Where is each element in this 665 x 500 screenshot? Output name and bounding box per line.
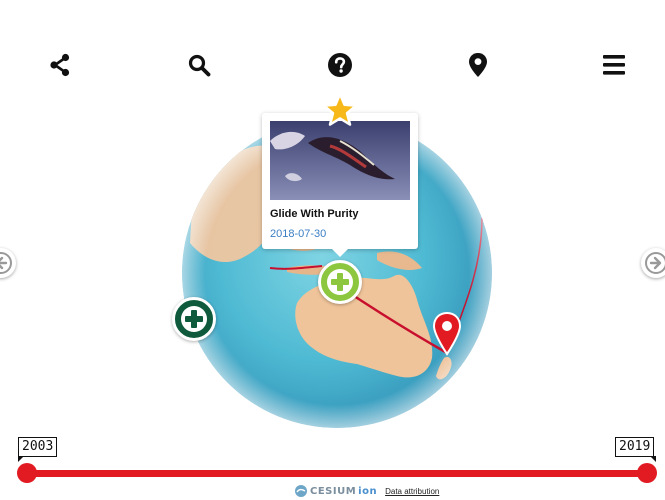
story-thumbnail[interactable] [270,121,410,200]
map-marker-icon [469,53,487,77]
arrow-right-circle-icon [645,252,665,274]
next-story-button[interactable] [641,248,665,278]
help-button[interactable] [323,48,357,82]
question-circle-icon [328,53,352,77]
search-button[interactable] [182,48,216,82]
menu-button[interactable] [597,48,631,82]
cesium-ion-text: ion [358,485,378,497]
story-date: 2018-07-30 [270,228,327,240]
cesium-logo[interactable]: CESIUM ion [294,484,377,498]
top-toolbar [0,48,665,82]
timeline-end-handle[interactable] [637,463,657,483]
cesium-globe-icon [295,485,307,497]
location-button[interactable] [461,48,495,82]
map-pin-icon[interactable] [432,312,462,356]
plus-circle-icon [327,269,353,295]
hamburger-menu-icon [603,55,625,75]
story-marker[interactable] [172,297,216,341]
arrow-left-circle-icon [0,252,12,274]
end-year-pointer [650,456,656,462]
story-title[interactable]: Glide With Purity [270,208,359,220]
selected-story-marker[interactable] [318,260,362,304]
photo-thumbnail [270,121,410,200]
share-button[interactable] [43,48,77,82]
search-icon [188,54,211,77]
previous-story-button[interactable] [0,248,16,278]
share-icon [50,53,70,77]
data-attribution-link[interactable]: Data attribution [385,487,439,496]
timeline-start-handle[interactable] [17,463,37,483]
cesium-logo-text: CESIUM [310,485,357,497]
timeline-start-year: 2003 [18,437,58,457]
timeline-track[interactable] [27,470,647,477]
map-credits: CESIUM ion Data attribution [294,484,439,498]
plus-circle-icon [181,306,207,332]
story-popup[interactable]: Glide With Purity 2018-07-30 [262,113,418,257]
start-year-pointer [18,456,24,462]
star-icon [322,92,358,126]
popup-pointer [332,249,348,257]
timeline-end-year: 2019 [615,437,655,457]
